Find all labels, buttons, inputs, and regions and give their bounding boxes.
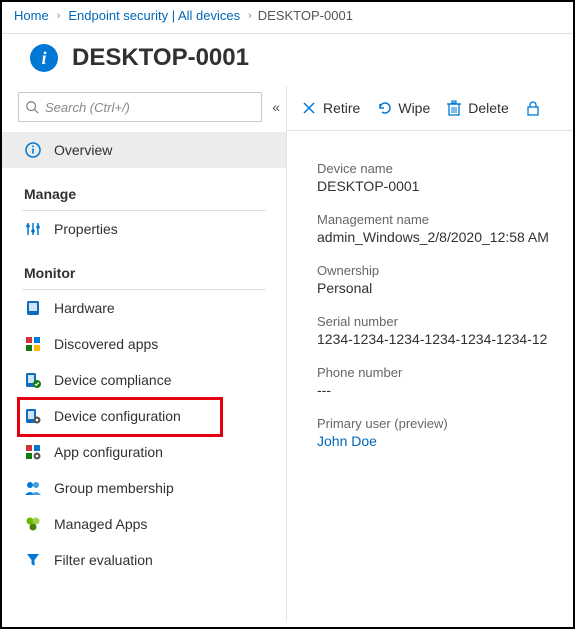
sidebar-item-label: Managed Apps xyxy=(54,516,147,532)
sidebar-item-managed-apps[interactable]: Managed Apps xyxy=(2,506,286,542)
breadcrumb-home[interactable]: Home xyxy=(14,8,49,23)
sidebar-item-label: Overview xyxy=(54,142,112,158)
sidebar-item-discovered-apps[interactable]: Discovered apps xyxy=(2,326,286,362)
field-value-management-name: admin_Windows_2/8/2020_12:58 AM xyxy=(317,229,573,245)
sidebar-item-properties[interactable]: Properties xyxy=(2,211,286,247)
field-value-phone: --- xyxy=(317,382,573,398)
field-value-serial: 1234-1234-1234-1234-1234-1234-12 xyxy=(317,331,573,347)
breadcrumb: Home › Endpoint security | All devices ›… xyxy=(2,2,573,34)
toolbar: Retire Wipe Delete xyxy=(287,86,573,131)
sidebar-item-device-compliance[interactable]: Device compliance xyxy=(2,362,286,398)
close-icon xyxy=(301,100,317,116)
sliders-icon xyxy=(24,220,42,238)
sidebar-item-hardware[interactable]: Hardware xyxy=(2,290,286,326)
field-label-device-name: Device name xyxy=(317,161,573,176)
sidebar-item-label: Device compliance xyxy=(54,372,172,388)
field-value-device-name: DESKTOP-0001 xyxy=(317,178,573,194)
filter-icon xyxy=(24,551,42,569)
field-label-ownership: Ownership xyxy=(317,263,573,278)
info-icon: i xyxy=(30,44,58,72)
sidebar-item-label: App configuration xyxy=(54,444,163,460)
search-input[interactable]: Search (Ctrl+/) xyxy=(18,92,262,122)
sidebar-item-label: Properties xyxy=(54,221,118,237)
field-label-primary-user: Primary user (preview) xyxy=(317,416,573,431)
toolbar-label: Delete xyxy=(468,100,508,116)
apps-gear-icon xyxy=(24,443,42,461)
breadcrumb-current: DESKTOP-0001 xyxy=(258,8,353,23)
managed-apps-icon xyxy=(24,515,42,533)
sidebar-item-label: Device configuration xyxy=(54,408,181,424)
sidebar-group-manage: Manage xyxy=(2,168,286,206)
field-label-phone: Phone number xyxy=(317,365,573,380)
collapse-sidebar-button[interactable]: « xyxy=(272,99,280,115)
page-header: i DESKTOP-0001 xyxy=(2,34,573,86)
field-value-ownership: Personal xyxy=(317,280,573,296)
sidebar-group-monitor: Monitor xyxy=(2,247,286,285)
sidebar: Search (Ctrl+/) « Overview Manage Proper… xyxy=(2,86,287,621)
lock-button[interactable] xyxy=(525,100,547,116)
sidebar-item-overview[interactable]: Overview xyxy=(2,132,286,168)
device-check-icon xyxy=(24,371,42,389)
device-icon xyxy=(24,299,42,317)
delete-button[interactable]: Delete xyxy=(446,100,508,116)
toolbar-label: Retire xyxy=(323,100,360,116)
apps-icon xyxy=(24,335,42,353)
info-icon xyxy=(24,141,42,159)
trash-icon xyxy=(446,100,462,116)
wipe-button[interactable]: Wipe xyxy=(376,100,430,116)
field-label-management-name: Management name xyxy=(317,212,573,227)
lock-icon xyxy=(525,100,541,116)
search-icon xyxy=(25,100,39,114)
sidebar-item-label: Group membership xyxy=(54,480,174,496)
main-panel: Retire Wipe Delete Device name DESKTOP-0… xyxy=(287,86,573,621)
chevron-right-icon: › xyxy=(57,10,61,22)
page-title: DESKTOP-0001 xyxy=(72,44,249,72)
sidebar-item-app-configuration[interactable]: App configuration xyxy=(2,434,286,470)
sidebar-item-group-membership[interactable]: Group membership xyxy=(2,470,286,506)
undo-icon xyxy=(376,100,392,116)
field-label-serial: Serial number xyxy=(317,314,573,329)
sidebar-item-label: Discovered apps xyxy=(54,336,158,352)
primary-user-link[interactable]: John Doe xyxy=(317,433,573,449)
sidebar-item-label: Filter evaluation xyxy=(54,552,153,568)
chevron-right-icon: › xyxy=(248,10,252,22)
group-icon xyxy=(24,479,42,497)
sidebar-item-device-configuration[interactable]: Device configuration xyxy=(2,398,286,434)
sidebar-item-filter-evaluation[interactable]: Filter evaluation xyxy=(2,542,286,578)
breadcrumb-endpoint-security[interactable]: Endpoint security | All devices xyxy=(68,8,240,23)
toolbar-label: Wipe xyxy=(398,100,430,116)
retire-button[interactable]: Retire xyxy=(301,100,360,116)
device-gear-icon xyxy=(24,407,42,425)
sidebar-item-label: Hardware xyxy=(54,300,115,316)
device-details: Device name DESKTOP-0001 Management name… xyxy=(287,131,573,449)
search-placeholder: Search (Ctrl+/) xyxy=(45,100,130,115)
